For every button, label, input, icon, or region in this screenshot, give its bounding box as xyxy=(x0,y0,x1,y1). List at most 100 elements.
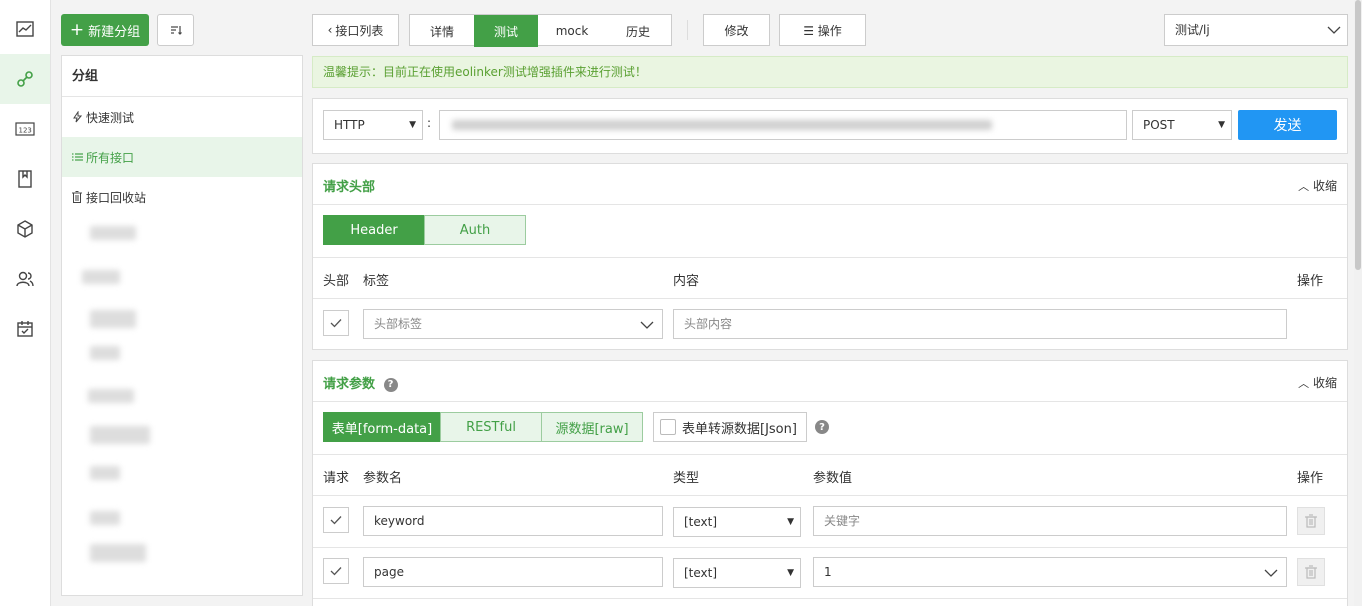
divider xyxy=(313,298,1347,299)
divider xyxy=(687,20,688,40)
collapse-label: 收缩 xyxy=(1312,376,1337,390)
header-enable-checkbox[interactable] xyxy=(323,310,349,336)
param-enable-checkbox[interactable] xyxy=(323,558,349,584)
tab-raw[interactable]: 源数据[raw] xyxy=(541,412,643,442)
params-collapse-button[interactable]: ︿ 收缩 xyxy=(1298,374,1337,391)
param-type-select[interactable]: [text] ▼ xyxy=(673,558,801,588)
caret-down-icon: ▼ xyxy=(787,517,794,527)
api-list-button[interactable]: ‹ 接口列表 xyxy=(312,14,399,46)
group-item-quick-test[interactable]: 快速测试 xyxy=(62,97,302,137)
edit-button[interactable]: 修改 xyxy=(703,14,770,46)
header-label-placeholder: 头部标签 xyxy=(374,317,423,331)
group-item-all-apis[interactable]: 所有接口 xyxy=(62,137,302,177)
param-value-input[interactable]: 1 xyxy=(813,557,1287,587)
tab-form-data[interactable]: 表单[form-data] xyxy=(323,412,441,442)
divider xyxy=(313,598,1347,599)
group-item-label: 所有接口 xyxy=(86,150,135,165)
send-button[interactable]: 发送 xyxy=(1238,110,1337,140)
view-tabs: 详情 测试 mock 历史 xyxy=(409,14,672,47)
link-icon[interactable] xyxy=(0,54,50,104)
redacted-group[interactable] xyxy=(90,544,146,562)
param-type-value: [text] xyxy=(684,515,718,529)
delete-row-button[interactable] xyxy=(1297,558,1325,586)
request-headers-section: 请求头部 ︿ 收缩 Header Auth 头部 标签 内容 操作 头部标签 头… xyxy=(312,163,1348,350)
json-toggle-checkbox[interactable] xyxy=(660,419,676,435)
delete-row-button[interactable] xyxy=(1297,507,1325,535)
tab-history[interactable]: 历史 xyxy=(606,15,670,47)
chevron-up-icon: ︿ xyxy=(1298,377,1310,390)
redacted-group[interactable] xyxy=(90,426,150,444)
param-value-input[interactable]: 关键字 xyxy=(813,506,1287,536)
header-label-select[interactable]: 头部标签 xyxy=(363,309,663,339)
number-icon[interactable]: 123 xyxy=(0,104,50,154)
sort-icon xyxy=(170,26,182,35)
protocol-select[interactable]: HTTP ▼ xyxy=(323,110,423,140)
help-icon[interactable]: ? xyxy=(383,377,398,392)
protocol-value: HTTP xyxy=(334,118,365,132)
new-group-button[interactable]: + 新建分组 xyxy=(61,14,149,46)
url-separator: : xyxy=(427,116,432,130)
sidebar-toolbar: + 新建分组 xyxy=(51,0,303,56)
group-item-label: 接口回收站 xyxy=(86,190,147,205)
param-type-value: [text] xyxy=(684,566,718,580)
new-group-label: 新建分组 xyxy=(88,24,141,40)
chart-icon[interactable] xyxy=(0,4,50,54)
json-toggle[interactable]: 表单转源数据[Json] xyxy=(653,412,807,442)
api-list-label: 接口列表 xyxy=(335,23,384,38)
param-name-input[interactable]: page xyxy=(363,557,663,587)
divider xyxy=(313,495,1347,496)
document-icon[interactable] xyxy=(0,154,50,204)
plus-icon: + xyxy=(69,19,85,40)
cube-icon[interactable] xyxy=(0,204,50,254)
param-name-input[interactable]: keyword xyxy=(363,506,663,536)
chevron-down-icon xyxy=(640,321,654,329)
params-title-text: 请求参数 xyxy=(323,377,376,392)
param-enable-checkbox[interactable] xyxy=(323,507,349,533)
redacted-group[interactable] xyxy=(90,310,136,328)
redacted-group[interactable] xyxy=(88,389,134,403)
tab-header[interactable]: Header xyxy=(323,215,425,245)
redacted-group[interactable] xyxy=(90,226,136,240)
caret-down-icon: ▼ xyxy=(787,568,794,578)
header-content-input[interactable]: 头部内容 xyxy=(673,309,1287,339)
project-select[interactable]: 测试/lj xyxy=(1164,14,1348,46)
calendar-icon[interactable] xyxy=(0,304,50,354)
col-header-enable: 请求 xyxy=(323,471,350,486)
actions-button[interactable]: ☰ 操作 xyxy=(779,14,866,46)
tab-test[interactable]: 测试 xyxy=(474,15,538,47)
redacted-url xyxy=(452,120,992,130)
tab-auth[interactable]: Auth xyxy=(424,215,526,245)
col-header-action: 操作 xyxy=(1297,471,1324,486)
col-header-value: 参数值 xyxy=(813,471,853,486)
collapse-label: 收缩 xyxy=(1312,179,1337,193)
sort-button[interactable] xyxy=(157,14,194,46)
redacted-group[interactable] xyxy=(90,511,120,525)
redacted-group[interactable] xyxy=(90,466,120,480)
caret-down-icon: ▼ xyxy=(409,120,416,130)
tab-detail[interactable]: 详情 xyxy=(410,15,474,47)
trash-icon xyxy=(70,191,84,203)
chevron-left-icon: ‹ xyxy=(327,23,333,37)
icon-rail: 123 xyxy=(0,0,51,606)
redacted-group[interactable] xyxy=(90,346,120,360)
help-icon[interactable]: ? xyxy=(815,420,829,434)
users-icon[interactable] xyxy=(0,254,50,304)
headers-collapse-button[interactable]: ︿ 收缩 xyxy=(1298,177,1337,194)
svg-text:123: 123 xyxy=(19,127,32,135)
scrollbar-thumb[interactable] xyxy=(1355,0,1361,270)
check-icon xyxy=(330,516,342,525)
col-header-label: 标签 xyxy=(363,274,390,289)
method-value: POST xyxy=(1143,118,1175,132)
tab-restful[interactable]: RESTful xyxy=(440,412,542,442)
method-select[interactable]: POST ▼ xyxy=(1132,110,1232,140)
project-select-value: 测试/lj xyxy=(1175,23,1210,37)
bolt-icon xyxy=(70,111,84,123)
group-item-recycle-bin[interactable]: 接口回收站 xyxy=(62,177,302,217)
param-type-select[interactable]: [text] ▼ xyxy=(673,507,801,537)
chevron-up-icon: ︿ xyxy=(1298,180,1310,193)
redacted-group[interactable] xyxy=(82,270,120,284)
col-header-enable: 头部 xyxy=(323,274,350,289)
url-input[interactable] xyxy=(439,110,1127,140)
scrollbar[interactable] xyxy=(1354,0,1362,606)
tab-mock[interactable]: mock xyxy=(538,15,606,47)
